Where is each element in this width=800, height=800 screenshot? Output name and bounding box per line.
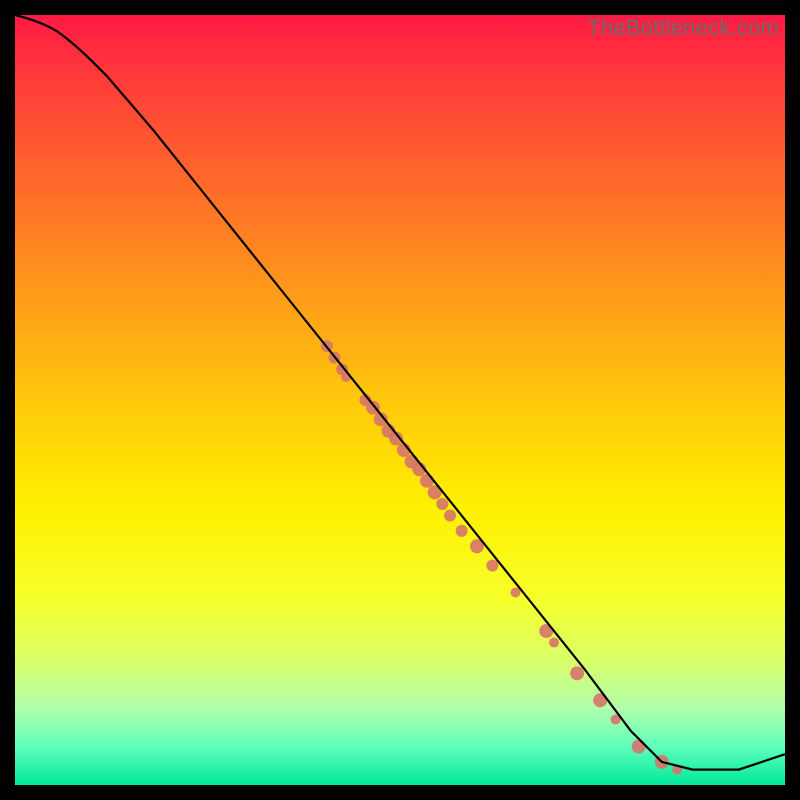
data-point: [420, 474, 434, 488]
data-point: [486, 560, 498, 572]
data-point: [456, 525, 468, 537]
chart-plot-area: TheBottleneck.com: [15, 15, 785, 785]
data-point: [632, 740, 646, 754]
data-point: [570, 666, 584, 680]
data-point: [436, 498, 448, 510]
data-point: [444, 510, 456, 522]
bottleneck-curve: [15, 15, 785, 770]
chart-frame: TheBottleneck.com: [0, 0, 800, 800]
data-point: [549, 638, 559, 648]
data-points-group: [321, 340, 682, 774]
chart-svg: [15, 15, 785, 785]
